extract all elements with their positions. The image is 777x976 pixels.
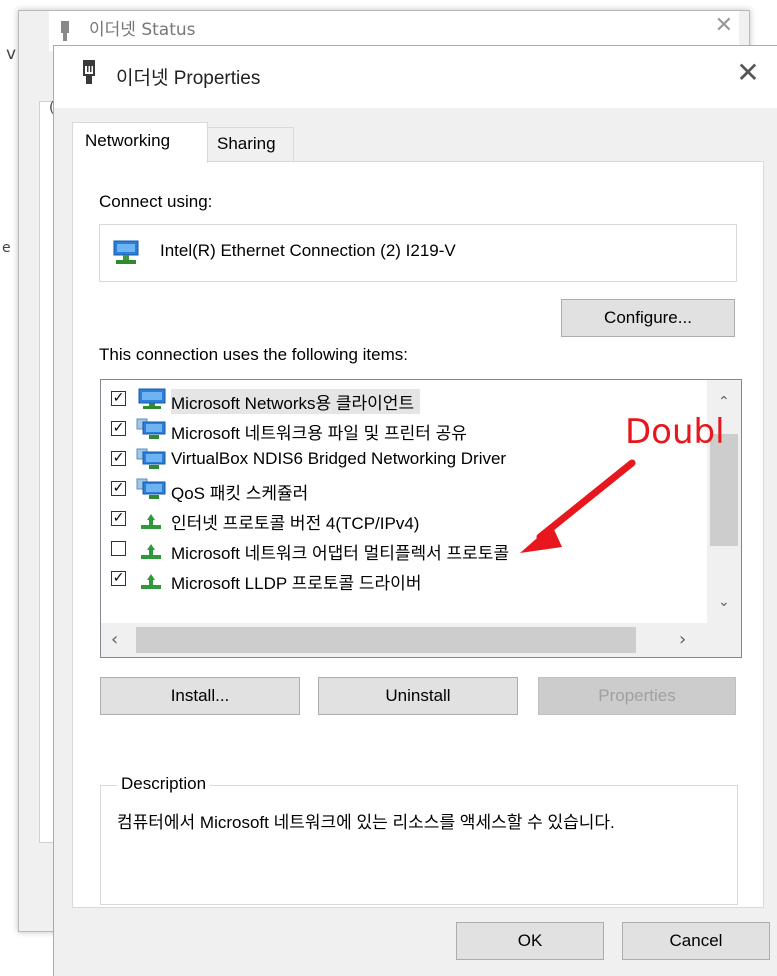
item-label: Microsoft Networks용 클라이언트 <box>171 389 421 414</box>
item-label: Microsoft LLDP 프로토콜 드라이버 <box>171 574 422 593</box>
uninstall-button[interactable]: Uninstall <box>318 677 518 715</box>
ethernet-icon <box>61 21 69 41</box>
item-checkbox[interactable]: ✓ <box>111 421 126 436</box>
item-checkbox[interactable]: ✓ <box>111 451 126 466</box>
network-service-icon <box>136 448 166 469</box>
properties-button[interactable]: Properties <box>538 677 736 715</box>
item-checkbox[interactable] <box>111 541 126 556</box>
item-checkbox[interactable]: ✓ <box>111 391 126 406</box>
dialog-titlebar: 이더넷 Properties ✕ <box>54 46 777 108</box>
tab-sharing[interactable]: Sharing <box>206 127 294 162</box>
scroll-down-icon[interactable]: ⌄ <box>718 594 730 610</box>
tab-label: Sharing <box>217 134 276 153</box>
network-service-icon <box>136 418 166 439</box>
annotation-arrow-icon <box>520 459 636 553</box>
list-item[interactable]: ✓ Microsoft Networks용 클라이언트 <box>101 384 706 414</box>
horizontal-scrollbar[interactable]: ‹ › <box>101 623 741 657</box>
list-item[interactable]: ✓ Microsoft LLDP 프로토콜 드라이버 <box>101 564 706 594</box>
adapter-field: Intel(R) Ethernet Connection (2) I219-V <box>99 224 737 282</box>
protocol-icon <box>141 574 161 589</box>
dialog-title: 이더넷 Properties <box>116 68 261 89</box>
network-service-icon <box>136 478 166 499</box>
item-label: Microsoft 네트워크 어댑터 멀티플렉서 프로토콜 <box>171 544 510 563</box>
protocol-icon <box>141 544 161 559</box>
annotation-text: Doubl <box>625 412 725 452</box>
install-button[interactable]: Install... <box>100 677 300 715</box>
adapter-name: Intel(R) Ethernet Connection (2) I219-V <box>160 241 456 260</box>
connect-using-label: Connect using: <box>99 192 213 211</box>
edge-text: v <box>6 44 17 64</box>
item-label: VirtualBox NDIS6 Bridged Networking Driv… <box>171 449 507 468</box>
items-label: This connection uses the following items… <box>99 345 408 364</box>
tab-label: Networking <box>85 131 171 150</box>
horizontal-scroll-thumb[interactable] <box>136 627 636 653</box>
configure-button[interactable]: Configure... <box>561 299 735 337</box>
description-group: Description 컴퓨터에서 Microsoft 네트워크에 있는 리소스… <box>100 774 738 905</box>
tab-networking[interactable]: Networking <box>72 122 208 163</box>
cancel-button[interactable]: Cancel <box>622 922 770 960</box>
edge-text: e <box>2 240 11 256</box>
scroll-right-icon[interactable]: › <box>679 629 686 650</box>
network-client-icon <box>138 388 166 409</box>
background-close-icon[interactable]: ✕ <box>715 13 733 38</box>
scroll-left-icon[interactable]: ‹ <box>111 629 118 650</box>
ethernet-icon <box>83 60 95 84</box>
list-item[interactable]: ✓ Microsoft 네트워크용 파일 및 프린터 공유 <box>101 414 706 444</box>
item-checkbox[interactable]: ✓ <box>111 481 126 496</box>
background-window-title: 이더넷 Status <box>89 20 196 40</box>
network-adapter-icon <box>113 240 139 264</box>
protocol-icon <box>141 514 161 529</box>
item-label: 인터넷 프로토콜 버전 4(TCP/IPv4) <box>171 514 420 533</box>
item-label: Microsoft 네트워크용 파일 및 프린터 공유 <box>171 424 467 443</box>
item-checkbox[interactable]: ✓ <box>111 571 126 586</box>
ok-button[interactable]: OK <box>456 922 604 960</box>
item-label: QoS 패킷 스케쥴러 <box>171 484 309 503</box>
properties-dialog: 이더넷 Properties ✕ Networking Sharing Conn… <box>53 45 777 976</box>
item-checkbox[interactable]: ✓ <box>111 511 126 526</box>
scroll-up-icon[interactable]: ⌃ <box>718 394 730 410</box>
networking-panel: Connect using: Intel(R) Ethernet Connect… <box>72 161 764 908</box>
description-text: 컴퓨터에서 Microsoft 네트워크에 있는 리소스를 액세스할 수 있습니… <box>117 813 615 832</box>
close-icon[interactable]: ✕ <box>728 56 768 89</box>
description-legend: Description <box>117 774 211 794</box>
